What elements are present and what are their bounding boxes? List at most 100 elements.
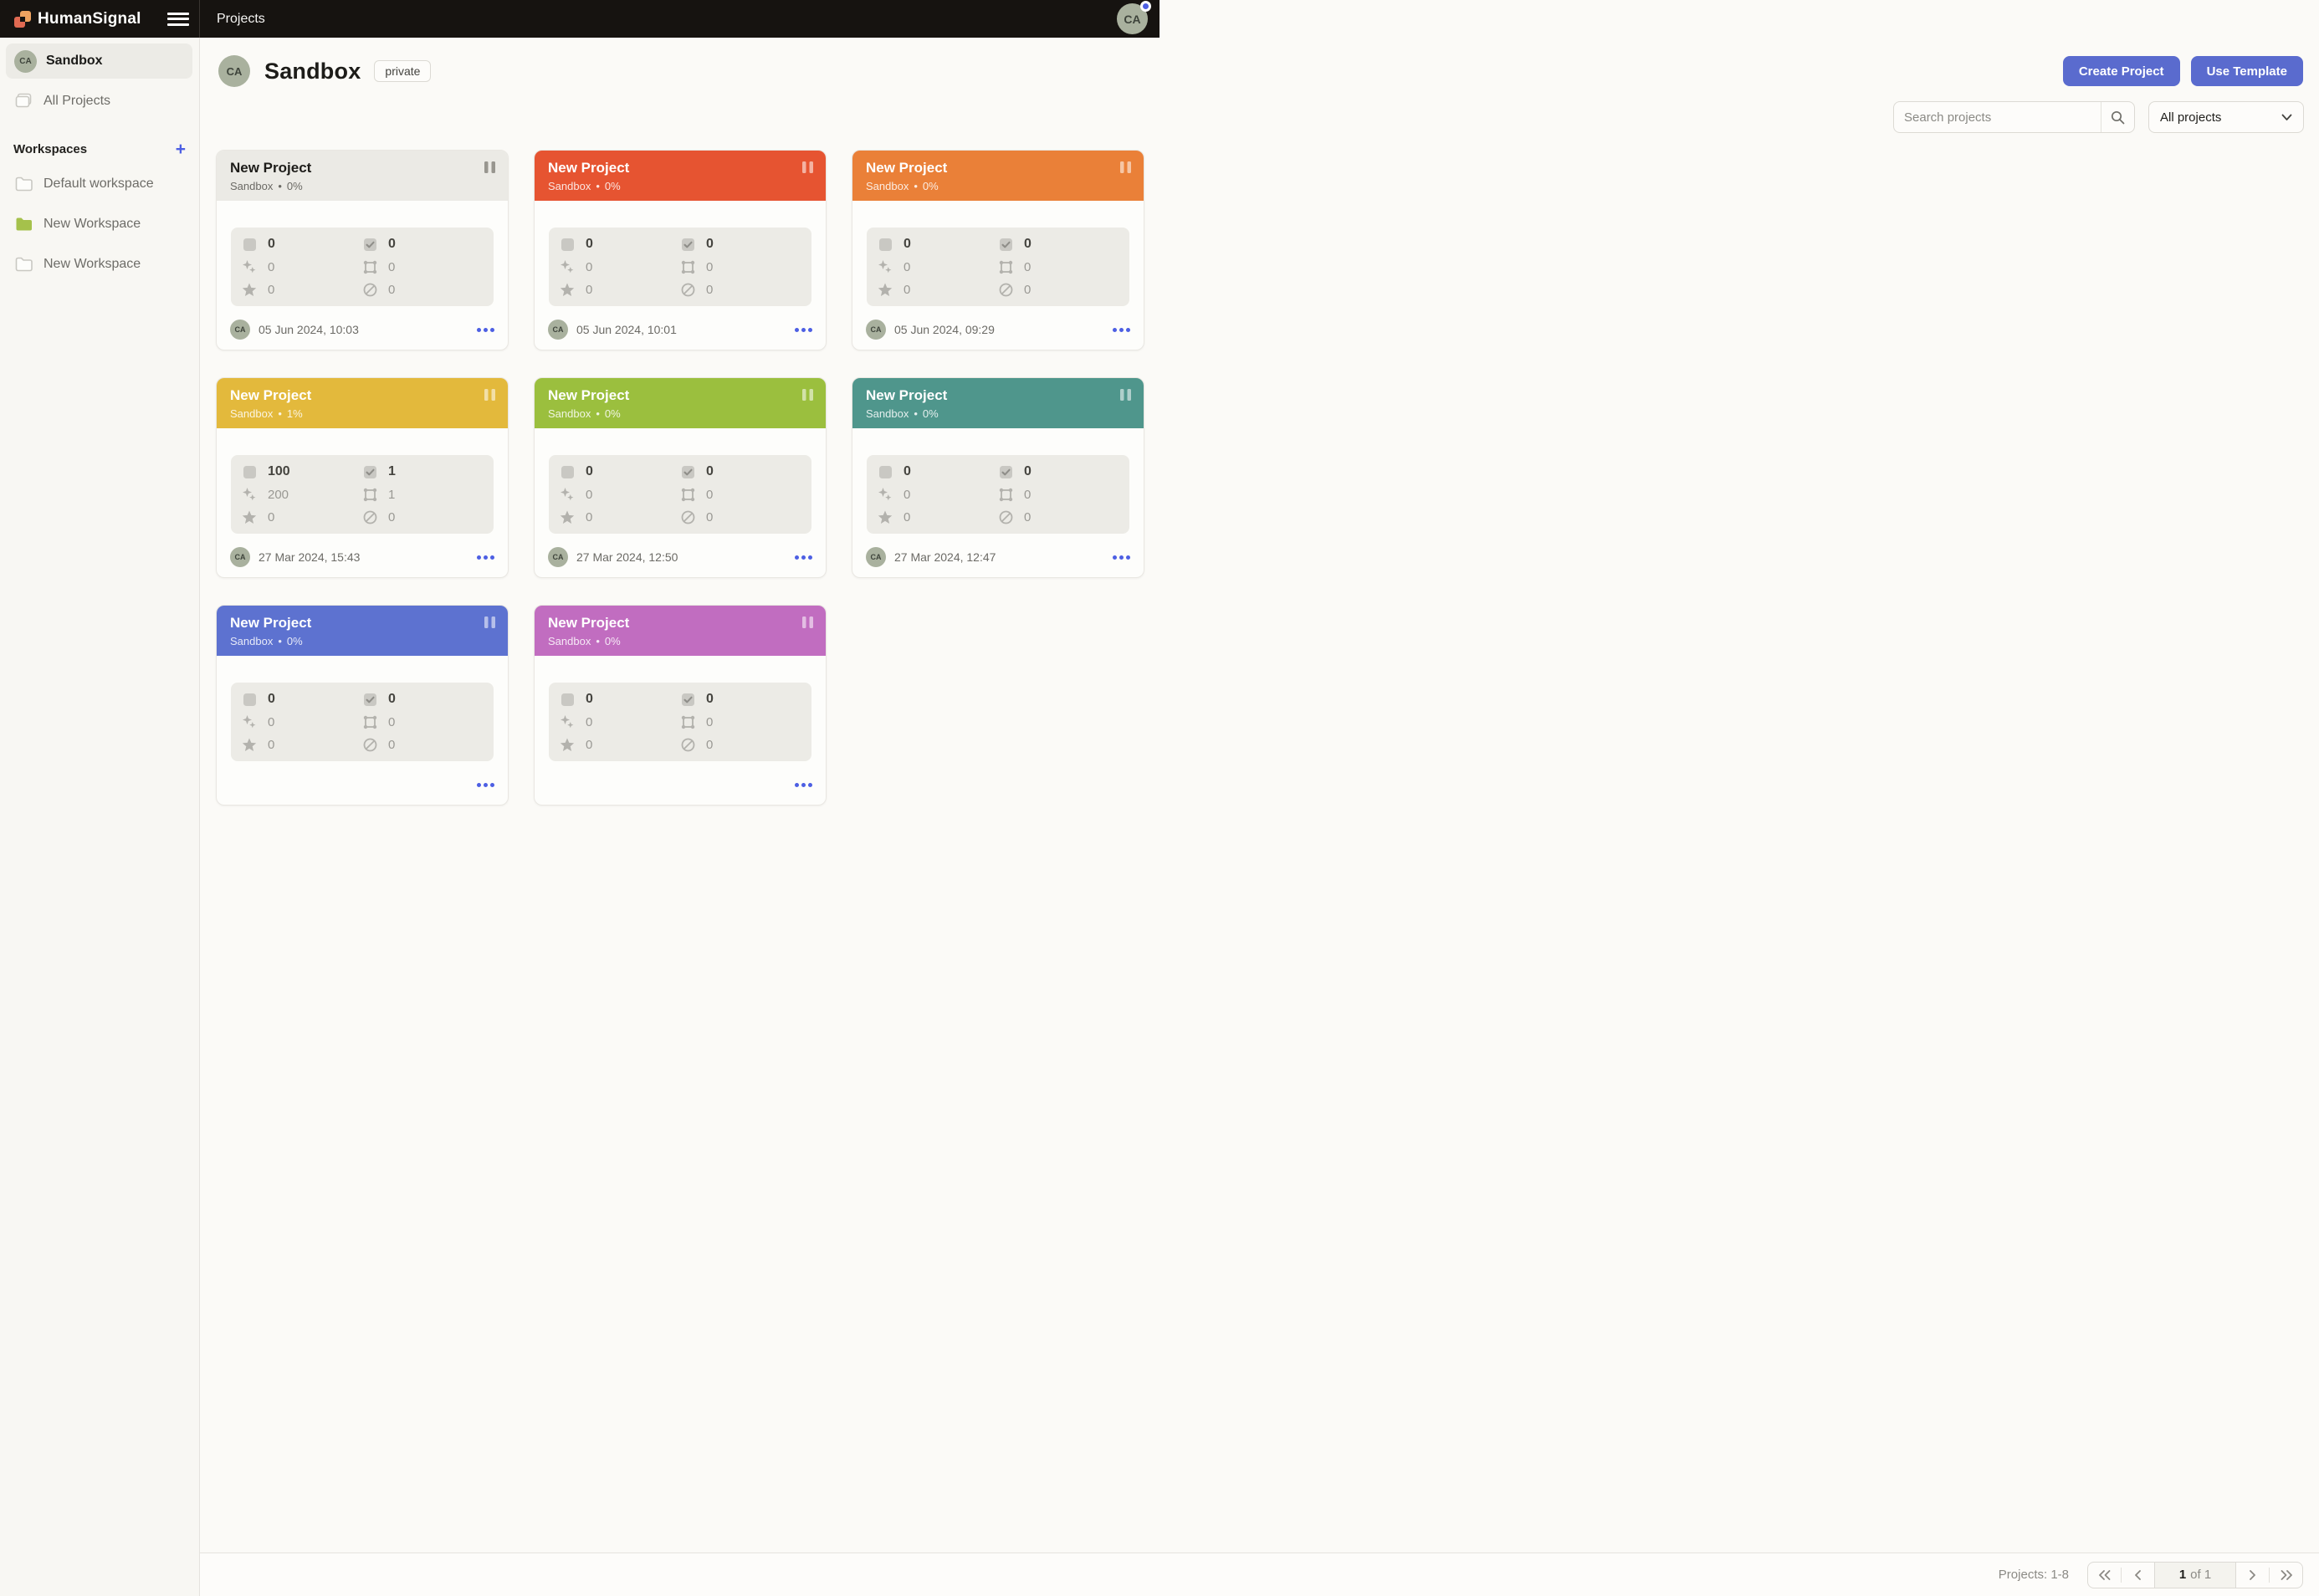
project-card[interactable]: New Project Sandbox • 1% 100 [216, 377, 509, 578]
project-card[interactable]: New Project Sandbox • 0% 0 [534, 150, 827, 350]
pause-icon[interactable] [484, 616, 496, 629]
sidebar-item-new-workspace-2[interactable]: New Workspace [6, 247, 192, 282]
ban-icon [680, 282, 695, 297]
more-options-button[interactable] [477, 783, 494, 787]
project-card-header[interactable]: New Project Sandbox • 0% [217, 151, 508, 201]
stat-value: 0 [388, 738, 395, 752]
stat-value: 0 [1024, 510, 1031, 524]
stat-predictions: 0 [242, 714, 362, 729]
pause-icon[interactable] [801, 388, 814, 402]
stat-bounding-boxes: 0 [998, 487, 1119, 502]
prev-page-button[interactable] [2122, 1563, 2154, 1588]
more-options-button[interactable] [477, 328, 494, 332]
project-card-footer: CA 27 Mar 2024, 12:50 [535, 539, 826, 577]
sparkles-icon [560, 259, 575, 274]
tasks-icon [560, 237, 575, 252]
last-page-button[interactable] [2270, 1563, 2302, 1588]
project-card-header[interactable]: New Project Sandbox • 0% [217, 606, 508, 656]
project-stats-panel: 0 0 0 [231, 683, 494, 761]
topbar-brand-section: HumanSignal [0, 0, 200, 38]
use-template-button[interactable]: Use Template [2191, 56, 2303, 86]
bounding-box-icon [680, 487, 695, 502]
brand[interactable]: HumanSignal [13, 10, 167, 28]
dot-separator: • [278, 635, 282, 647]
project-title: New Project [548, 159, 814, 178]
stat-value: 0 [388, 260, 395, 274]
stat-tasks: 0 [242, 692, 362, 707]
chevron-right-icon [2249, 1570, 2256, 1580]
search-input[interactable] [1894, 110, 2101, 125]
project-card-header[interactable]: New Project Sandbox • 0% [852, 151, 1144, 201]
stat-tasks: 0 [242, 237, 362, 252]
sidebar-item-sandbox[interactable]: CA Sandbox [6, 43, 192, 79]
project-card-header[interactable]: New Project Sandbox • 0% [852, 378, 1144, 428]
project-card[interactable]: New Project Sandbox • 0% 0 [852, 377, 1144, 578]
more-options-button[interactable] [1113, 328, 1130, 332]
stat-starred: 0 [242, 737, 362, 752]
project-card-header[interactable]: New Project Sandbox • 0% [535, 606, 826, 656]
stat-annotations: 0 [680, 692, 801, 707]
project-card-header[interactable]: New Project Sandbox • 0% [535, 151, 826, 201]
pagination-bar: Projects: 1-8 1 of 1 [200, 1553, 2319, 1596]
project-card-header[interactable]: New Project Sandbox • 0% [535, 378, 826, 428]
project-subtitle: Sandbox • 0% [548, 407, 814, 420]
stat-starred: 0 [560, 509, 680, 524]
more-options-button[interactable] [1113, 555, 1130, 560]
visibility-badge: private [374, 60, 431, 82]
project-card[interactable]: New Project Sandbox • 0% 0 [534, 605, 827, 806]
sidebar-item-label: All Projects [44, 94, 110, 109]
project-date: 27 Mar 2024, 12:47 [894, 550, 996, 564]
user-avatar[interactable]: CA [1117, 3, 1148, 34]
menu-icon[interactable] [167, 11, 189, 28]
stat-skipped: 0 [998, 282, 1119, 297]
search-button[interactable] [2101, 102, 2134, 132]
stat-value: 1 [388, 488, 395, 502]
pause-icon[interactable] [801, 161, 814, 174]
pause-icon[interactable] [1119, 161, 1132, 174]
project-card[interactable]: New Project Sandbox • 0% 0 [216, 605, 509, 806]
topbar: HumanSignal Projects CA [0, 0, 1160, 38]
project-card[interactable]: New Project Sandbox • 0% 0 [852, 150, 1144, 350]
page-total: of 1 [2190, 1568, 2211, 1582]
projects-filter-select[interactable]: All projects [2148, 101, 2304, 133]
sparkles-icon [878, 487, 893, 502]
sidebar-item-new-workspace-1[interactable]: New Workspace [6, 207, 192, 242]
more-options-button[interactable] [795, 783, 812, 787]
project-progress: 1% [287, 407, 303, 420]
double-chevron-right-icon [2280, 1570, 2293, 1580]
sparkles-icon [878, 259, 893, 274]
pause-icon[interactable] [1119, 388, 1132, 402]
stat-value: 0 [586, 715, 592, 729]
more-options-button[interactable] [795, 328, 812, 332]
sidebar-item-all-projects[interactable]: All Projects [6, 84, 192, 119]
stat-tasks: 0 [878, 464, 998, 479]
more-options-button[interactable] [477, 555, 494, 560]
project-title: New Project [866, 159, 1132, 178]
sidebar-item-default-workspace[interactable]: Default workspace [6, 166, 192, 202]
project-card[interactable]: New Project Sandbox • 0% 0 [216, 150, 509, 350]
next-page-button[interactable] [2236, 1563, 2269, 1588]
create-project-button[interactable]: Create Project [2063, 56, 2180, 86]
first-page-button[interactable] [2088, 1563, 2121, 1588]
check-square-icon [680, 237, 695, 252]
pause-icon[interactable] [484, 388, 496, 402]
stat-value: 0 [586, 510, 592, 524]
stat-value: 100 [268, 464, 290, 479]
project-card[interactable]: New Project Sandbox • 0% 0 [534, 377, 827, 578]
page-indicator: 1 of 1 [2154, 1563, 2236, 1588]
stat-value: 0 [706, 237, 714, 252]
ban-icon [998, 282, 1013, 297]
more-options-button[interactable] [795, 555, 812, 560]
project-progress: 0% [605, 180, 621, 192]
project-subtitle: Sandbox • 0% [230, 635, 496, 647]
check-square-icon [680, 692, 695, 707]
project-grid: New Project Sandbox • 0% 0 [200, 133, 2319, 806]
pause-icon[interactable] [484, 161, 496, 174]
project-title: New Project [230, 159, 496, 178]
stat-starred: 0 [878, 282, 998, 297]
add-workspace-button[interactable]: + [176, 141, 186, 158]
stat-tasks: 0 [560, 464, 680, 479]
pause-icon[interactable] [801, 616, 814, 629]
project-card-header[interactable]: New Project Sandbox • 1% [217, 378, 508, 428]
main-content: CA Sandbox private Create Project Use Te… [200, 38, 2319, 1596]
